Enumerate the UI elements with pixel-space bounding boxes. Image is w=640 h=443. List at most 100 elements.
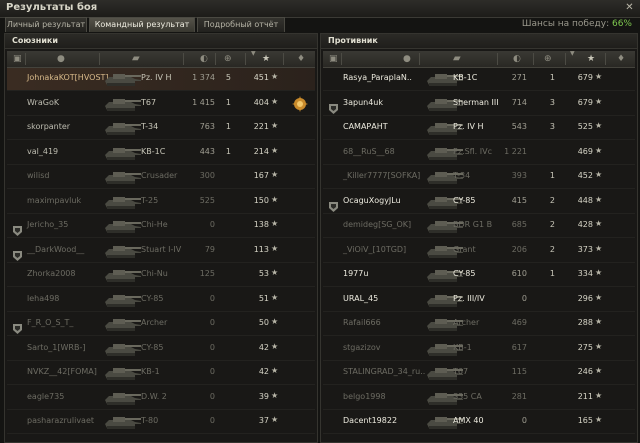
kills-icon[interactable]: ⊕ [544, 53, 552, 65]
xp-value: 448 [577, 195, 593, 205]
player-icon[interactable]: ● [57, 53, 65, 65]
kills-value: 1 [549, 269, 555, 278]
xp-value: 167 [253, 171, 269, 180]
vehicle-name: CY-85 [453, 195, 476, 205]
tank-icon [105, 98, 141, 111]
squad-icon [329, 99, 338, 114]
tab-team-result[interactable]: Командный результат [89, 17, 195, 32]
medal-icon[interactable]: ♦ [617, 53, 625, 65]
player-row[interactable]: __DarkWood__ Stuart I-IV 79 113 ★ [7, 240, 315, 263]
player-row[interactable]: Rasya_ParaplaN.. KB-1C 271 1 679 ★ [323, 68, 635, 91]
player-row[interactable]: stgazizov KB-1 617 275 ★ [323, 338, 635, 361]
kills-icon[interactable]: ⊕ [224, 53, 232, 65]
xp-star-icon: ★ [271, 170, 279, 179]
player-row[interactable]: Sarto_1[WRB-] CY-85 0 42 ★ [7, 338, 315, 361]
player-row[interactable]: Dacent19822 AMX 40 0 165 ★ [323, 411, 635, 434]
xp-value: 525 [577, 122, 593, 131]
xp-star-icon: ★ [595, 145, 603, 155]
damage-value: 271 [511, 73, 527, 82]
window-title: Результаты боя [6, 2, 98, 13]
damage-value: 469 [511, 318, 527, 327]
xp-value: 334 [577, 269, 593, 278]
player-row[interactable]: NVKZ__42[FOMA] KB-1 0 42 ★ [7, 362, 315, 385]
tank-icon [101, 70, 145, 88]
xp-star-icon: ★ [595, 366, 603, 375]
player-icon[interactable]: ● [403, 53, 411, 65]
damage-value: 415 [511, 195, 527, 205]
xp-star-icon: ★ [595, 96, 603, 106]
medal-icon[interactable]: ♦ [297, 53, 305, 65]
player-row[interactable]: wilisd Crusader 300 167 ★ [7, 166, 315, 189]
xp-star-icon: ★ [595, 317, 603, 326]
tank-icon [105, 221, 141, 233]
damage-value: 0 [209, 342, 215, 352]
squad-icon[interactable]: ▣ [13, 53, 22, 65]
player-row[interactable]: 3apun4uk Sherman III 714 3 679 ★ [323, 93, 635, 116]
player-name: demideg[SG_OK] [343, 220, 412, 229]
player-name: 3apun4uk [343, 97, 384, 107]
vehicle-name: T-34 [453, 171, 471, 180]
kills-value: 2 [549, 244, 555, 254]
damage-value: 0 [209, 220, 215, 229]
xp-star-icon: ★ [271, 243, 279, 253]
damage-icon[interactable]: ◐ [513, 53, 521, 65]
squad-icon[interactable]: ▣ [329, 53, 338, 65]
close-icon[interactable]: ✕ [624, 2, 635, 13]
player-row[interactable]: OcaguXogyJLu CY-85 415 2 448 ★ [323, 191, 635, 214]
tab-detailed-report[interactable]: Подробный отчёт [197, 17, 285, 32]
medal-icon[interactable] [292, 95, 308, 112]
vehicle-icon[interactable]: ▰ [453, 53, 461, 65]
allies-list: JohnakaKOT[HVOST] Pz. IV H1 374 5 451 ★ WraGo… [5, 68, 317, 436]
xp-star-icon[interactable]: ★ [587, 53, 595, 65]
player-row[interactable]: belgo1998 S35 CA 281 211 ★ [323, 387, 635, 410]
header-divider [533, 53, 534, 65]
xp-star-icon: ★ [271, 390, 279, 400]
header-divider [341, 53, 342, 65]
player-row[interactable]: STALINGRAD_34_ru.. T67 115 246 ★ [323, 362, 635, 385]
player-row[interactable]: pasharazrulivaet T-80 0 37 ★ [7, 411, 315, 434]
player-row[interactable]: _ViOiV_[10TGD] Grant 206 2 373 ★ [323, 240, 635, 263]
player-row[interactable]: _Killer7777[SOFKA] T-34 393 1 452 ★ [323, 166, 635, 189]
xp-value: 113 [253, 244, 269, 254]
player-row[interactable]: skorpanter T-34 763 1 221 ★ [7, 117, 315, 140]
player-row[interactable]: Zhorka2008 Chi-Nu 125 53 ★ [7, 264, 315, 287]
player-row[interactable]: F_R_O_S_T_ Archer 0 50 ★ [7, 313, 315, 336]
xp-star-icon: ★ [271, 121, 279, 130]
vehicle-name: Pz. III/IV [453, 293, 485, 303]
xp-value: 275 [577, 342, 593, 352]
xp-star-icon: ★ [271, 317, 279, 326]
player-name: stgazizov [343, 342, 381, 352]
player-row[interactable]: WraGoK T67 1 415 1 404 ★ [7, 93, 315, 116]
player-row[interactable]: Jericho_35 Chi-He 0 138 ★ [7, 215, 315, 238]
player-row[interactable]: val_419 KB-1C 443 1 214 ★ [7, 142, 315, 165]
player-row[interactable]: Rafail666 Archer 469 288 ★ [323, 313, 635, 336]
player-row[interactable]: САМАРАНТ Pz. IV H 543 3 525 ★ [323, 117, 635, 140]
xp-star-icon[interactable]: ★ [262, 53, 270, 65]
xp-value: 165 [577, 416, 593, 425]
damage-icon[interactable]: ◐ [200, 53, 208, 65]
player-row[interactable]: 1977u CY-85 610 1 334 ★ [323, 264, 635, 287]
player-row[interactable]: maximpavluk T-25 525 150 ★ [7, 191, 315, 214]
allies-title: Союзники [5, 34, 317, 49]
vehicle-name: Chi-He [141, 220, 168, 229]
xp-star-icon: ★ [271, 415, 279, 424]
player-row[interactable]: demideg[SG_OK] BDR G1 B 685 2 428 ★ [323, 215, 635, 238]
xp-value: 211 [577, 391, 593, 401]
header-divider [497, 53, 498, 65]
xp-value: 246 [577, 367, 593, 376]
tank-icon [105, 245, 141, 258]
player-row[interactable]: 68__RuS__68 Pz.Sfl. IVc 1 221 469 ★ [323, 142, 635, 165]
xp-star-icon: ★ [271, 96, 279, 106]
sort-arrow-icon: ▼ [251, 50, 256, 57]
player-name: val_419 [27, 146, 59, 156]
tab-personal-result[interactable]: Личный результат [5, 17, 87, 32]
xp-value: 679 [577, 73, 593, 82]
player-row[interactable]: leha498 CY-85 0 51 ★ [7, 289, 315, 312]
player-row[interactable]: eagle735 D.W. 2 0 39 ★ [7, 387, 315, 410]
vehicle-icon[interactable]: ▰ [132, 53, 140, 65]
player-row[interactable]: URAL_45 Pz. III/IV 0 296 ★ [323, 289, 635, 312]
tank-icon [105, 368, 141, 380]
player-row[interactable]: JohnakaKOT[HVOST] Pz. IV H 1 374 5 451 ★ [7, 68, 315, 91]
xp-star-icon: ★ [595, 121, 603, 130]
player-name: Zhorka2008 [27, 269, 76, 278]
